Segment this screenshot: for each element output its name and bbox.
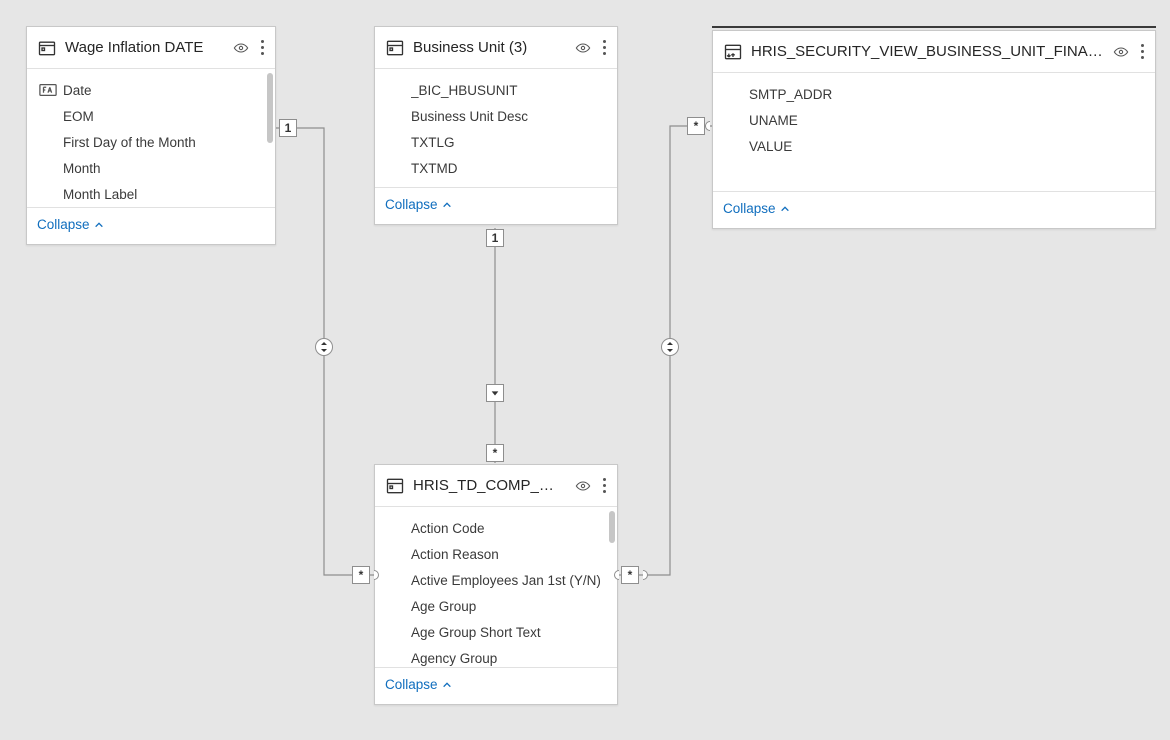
cardinality-many-marker[interactable]: * bbox=[486, 444, 504, 462]
field-label: UNAME bbox=[749, 113, 798, 128]
collapse-button[interactable]: Collapse bbox=[385, 677, 452, 692]
field-row[interactable]: TXTMD bbox=[375, 155, 617, 181]
field-row[interactable]: TXTLG bbox=[375, 129, 617, 155]
collapse-button[interactable]: Collapse bbox=[385, 197, 452, 212]
scrollbar[interactable] bbox=[267, 73, 273, 143]
chevron-up-icon bbox=[442, 680, 452, 690]
field-row[interactable]: _BIC_HBUSUNIT bbox=[375, 77, 617, 103]
chevron-up-icon bbox=[442, 200, 452, 210]
card-title: Business Unit (3) bbox=[413, 39, 571, 56]
field-label: _BIC_HBUSUNIT bbox=[411, 83, 518, 98]
field-label: First Day of the Month bbox=[63, 135, 196, 150]
scrollbar[interactable] bbox=[609, 511, 615, 543]
model-canvas[interactable]: Wage Inflation DATE Date EOM First Day o… bbox=[0, 0, 1170, 740]
card-footer: Collapse bbox=[713, 191, 1155, 228]
visibility-icon[interactable] bbox=[575, 478, 591, 494]
more-options-icon[interactable] bbox=[1135, 42, 1149, 62]
date-table-icon bbox=[37, 38, 57, 58]
field-row[interactable]: Month bbox=[27, 155, 275, 181]
field-row[interactable]: UNAME bbox=[713, 107, 1155, 133]
field-label: VALUE bbox=[749, 139, 792, 154]
field-row[interactable]: Business Unit Desc bbox=[375, 103, 617, 129]
card-header: HRIS_TD_COMP_WAG… bbox=[375, 465, 617, 507]
collapse-button[interactable]: Collapse bbox=[723, 201, 790, 216]
relationship-endpoint-icon bbox=[369, 570, 379, 580]
visibility-icon[interactable] bbox=[1113, 44, 1129, 60]
table-card-business-unit[interactable]: Business Unit (3) _BIC_HBUSUNIT Business… bbox=[374, 26, 618, 225]
more-options-icon[interactable] bbox=[597, 476, 611, 496]
card-field-list: Action Code Action Reason Active Employe… bbox=[375, 507, 617, 667]
field-row[interactable]: Date bbox=[27, 77, 275, 103]
field-label: Active Employees Jan 1st (Y/N) bbox=[411, 573, 601, 588]
card-footer: Collapse bbox=[375, 667, 617, 704]
field-row[interactable]: Month Label bbox=[27, 181, 275, 207]
field-label: Action Reason bbox=[411, 547, 499, 562]
card-title: HRIS_TD_COMP_WAG… bbox=[413, 477, 571, 494]
visibility-icon[interactable] bbox=[575, 40, 591, 56]
cardinality-many-marker[interactable]: * bbox=[352, 566, 370, 584]
field-label: Month bbox=[63, 161, 101, 176]
field-row[interactable]: Active Employees Jan 1st (Y/N) bbox=[375, 567, 617, 593]
card-header: Wage Inflation DATE bbox=[27, 27, 275, 69]
filter-direction-both-icon[interactable] bbox=[315, 338, 333, 356]
field-label: Age Group bbox=[411, 599, 476, 614]
cardinality-many-marker[interactable]: * bbox=[687, 117, 705, 135]
chevron-up-icon bbox=[94, 220, 104, 230]
field-label: TXTMD bbox=[411, 161, 458, 176]
card-title: HRIS_SECURITY_VIEW_BUSINESS_UNIT_FINAL (… bbox=[751, 43, 1109, 60]
table-icon bbox=[385, 476, 405, 496]
field-row[interactable]: SMTP_ADDR bbox=[713, 81, 1155, 107]
cardinality-one-marker[interactable]: 1 bbox=[279, 119, 297, 137]
field-row[interactable]: Age Group Short Text bbox=[375, 619, 617, 645]
filter-direction-single-icon[interactable] bbox=[486, 384, 504, 402]
cardinality-many-marker[interactable]: * bbox=[621, 566, 639, 584]
table-card-wage-inflation-date[interactable]: Wage Inflation DATE Date EOM First Day o… bbox=[26, 26, 276, 245]
chevron-up-icon bbox=[780, 204, 790, 214]
field-label: Action Code bbox=[411, 521, 485, 536]
field-label: EOM bbox=[63, 109, 94, 124]
field-label: SMTP_ADDR bbox=[749, 87, 832, 102]
field-row[interactable]: Agency Group bbox=[375, 645, 617, 667]
filter-direction-both-icon[interactable] bbox=[661, 338, 679, 356]
card-title: Wage Inflation DATE bbox=[65, 39, 229, 56]
field-label: Agency Group bbox=[411, 651, 497, 666]
card-footer: Collapse bbox=[27, 207, 275, 244]
card-header: Business Unit (3) bbox=[375, 27, 617, 69]
field-row[interactable]: VALUE bbox=[713, 133, 1155, 159]
field-row[interactable]: Action Code bbox=[375, 515, 617, 541]
card-header: HRIS_SECURITY_VIEW_BUSINESS_UNIT_FINAL (… bbox=[713, 31, 1155, 73]
more-options-icon[interactable] bbox=[597, 38, 611, 58]
field-label: Date bbox=[63, 83, 92, 98]
field-row[interactable]: EOM bbox=[27, 103, 275, 129]
field-label: Month Label bbox=[63, 187, 137, 202]
collapse-label: Collapse bbox=[385, 197, 438, 212]
field-label: Business Unit Desc bbox=[411, 109, 528, 124]
table-card-security-view[interactable]: HRIS_SECURITY_VIEW_BUSINESS_UNIT_FINAL (… bbox=[712, 30, 1156, 229]
collapse-label: Collapse bbox=[385, 677, 438, 692]
field-label: Age Group Short Text bbox=[411, 625, 541, 640]
card-field-list: SMTP_ADDR UNAME VALUE bbox=[713, 73, 1155, 191]
card-top-accent bbox=[712, 26, 1156, 28]
field-row[interactable]: Age Group bbox=[375, 593, 617, 619]
table-icon bbox=[385, 38, 405, 58]
text-type-icon bbox=[39, 83, 57, 97]
directquery-table-icon bbox=[723, 42, 743, 62]
field-label: TXTLG bbox=[411, 135, 455, 150]
field-row[interactable]: First Day of the Month bbox=[27, 129, 275, 155]
more-options-icon[interactable] bbox=[255, 38, 269, 58]
field-row[interactable]: Action Reason bbox=[375, 541, 617, 567]
collapse-label: Collapse bbox=[723, 201, 776, 216]
table-card-comp-wag[interactable]: HRIS_TD_COMP_WAG… Action Code Action Rea… bbox=[374, 464, 618, 705]
card-field-list: Date EOM First Day of the Month Month Mo… bbox=[27, 69, 275, 207]
card-field-list: _BIC_HBUSUNIT Business Unit Desc TXTLG T… bbox=[375, 69, 617, 187]
collapse-label: Collapse bbox=[37, 217, 90, 232]
visibility-icon[interactable] bbox=[233, 40, 249, 56]
collapse-button[interactable]: Collapse bbox=[37, 217, 104, 232]
relationship-endpoint-icon bbox=[638, 570, 648, 580]
card-footer: Collapse bbox=[375, 187, 617, 224]
cardinality-one-marker[interactable]: 1 bbox=[486, 229, 504, 247]
